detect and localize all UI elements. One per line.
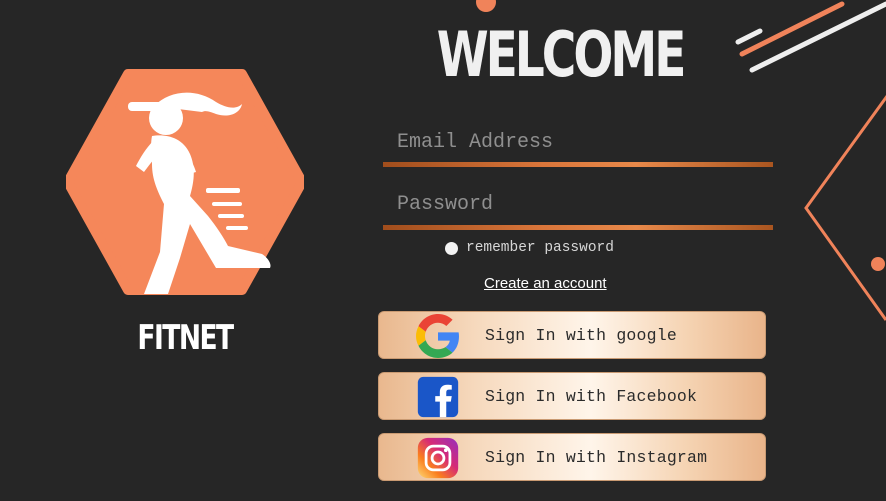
remember-password-label: remember password <box>466 240 614 256</box>
decorative-chevron <box>804 94 886 321</box>
runner-hexagon-icon <box>63 69 307 295</box>
password-field[interactable] <box>383 182 773 226</box>
facebook-sign-in-label: Sign In with Facebook <box>485 386 698 406</box>
decorative-circle-top <box>476 0 496 12</box>
remember-password-radio[interactable] <box>445 241 458 255</box>
email-field[interactable] <box>383 120 773 164</box>
google-icon <box>416 314 459 358</box>
decorative-circle-right <box>871 257 885 271</box>
facebook-sign-in-button[interactable]: Sign In with Facebook <box>378 372 766 420</box>
facebook-icon <box>417 376 459 418</box>
password-underline <box>383 225 773 230</box>
decorative-stripe-white-short <box>735 28 763 45</box>
instagram-icon <box>417 437 459 479</box>
instagram-sign-in-button[interactable]: Sign In with Instagram <box>378 433 766 481</box>
decorative-stripe-orange <box>739 1 845 57</box>
email-underline <box>383 162 773 167</box>
remember-password[interactable]: remember password <box>445 240 614 256</box>
brand-logo <box>63 64 307 300</box>
google-sign-in-button[interactable]: Sign In with google <box>378 311 766 359</box>
google-sign-in-label: Sign In with google <box>485 325 677 345</box>
create-account-link[interactable]: Create an account <box>484 275 607 292</box>
brand-name: FITNET <box>137 318 234 358</box>
page-title: WELCOME <box>436 18 687 91</box>
instagram-sign-in-label: Sign In with Instagram <box>485 447 708 467</box>
